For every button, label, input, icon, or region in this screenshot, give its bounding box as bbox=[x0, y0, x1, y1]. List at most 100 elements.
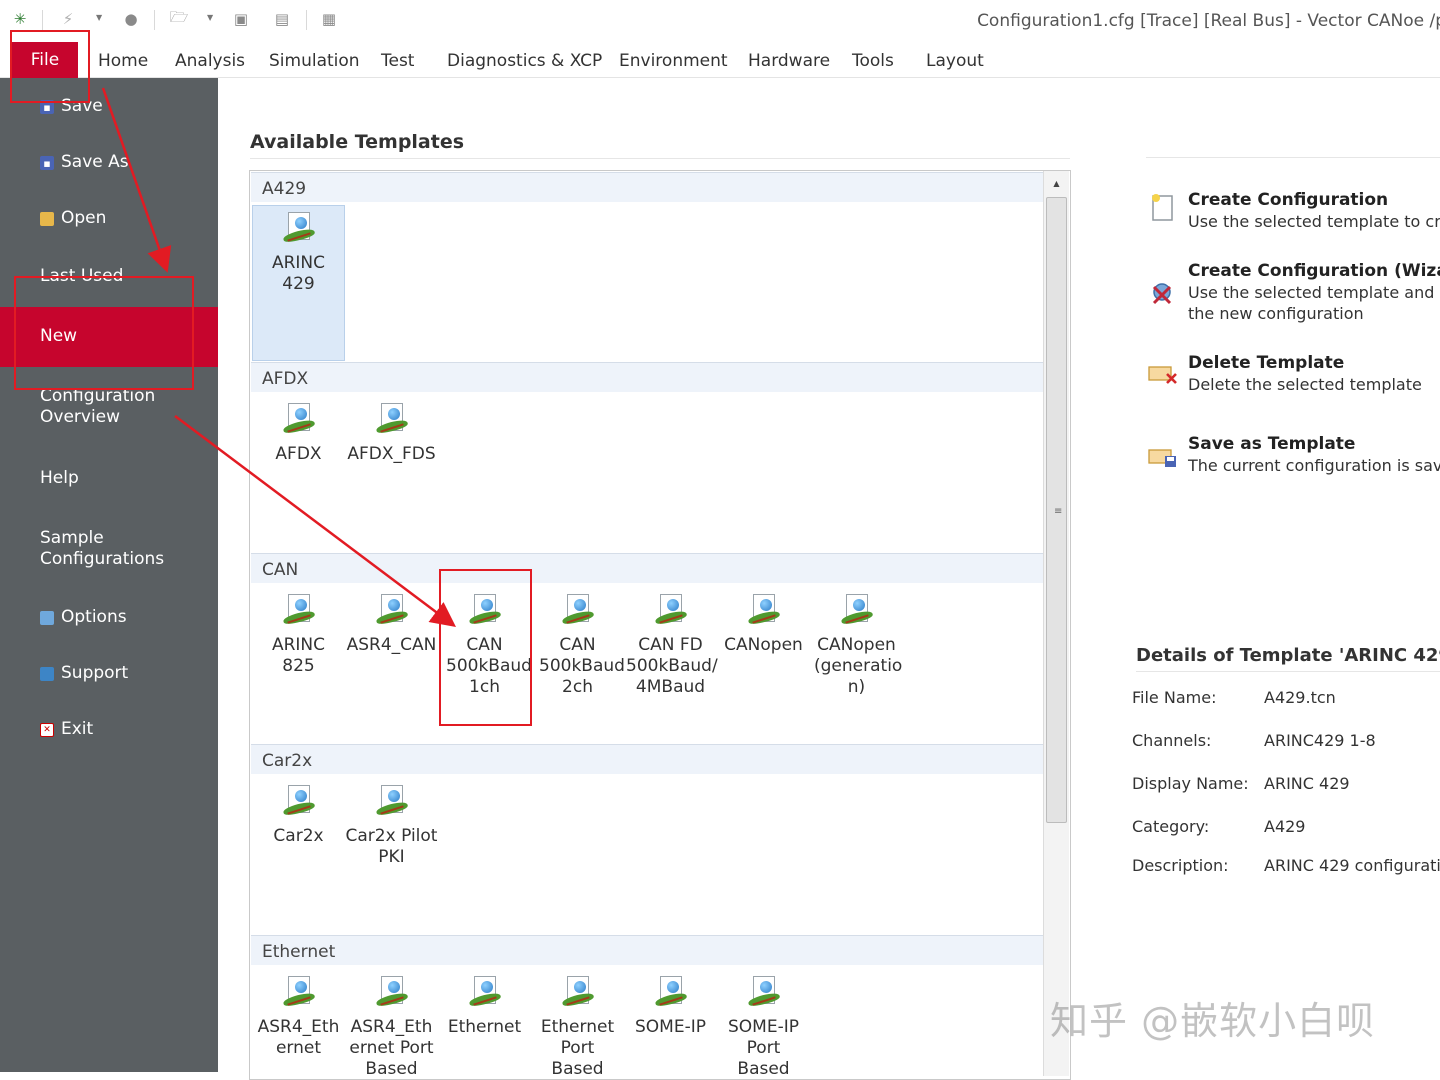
template-label: Car2x bbox=[273, 826, 324, 846]
sidebar-item-support[interactable]: Support bbox=[0, 663, 218, 687]
tab-layout[interactable]: Layout bbox=[926, 51, 984, 71]
template-icon bbox=[374, 784, 409, 818]
sidebar-item-save-as[interactable]: ▪ Save As bbox=[0, 152, 218, 176]
template-label: Ethernet bbox=[447, 1017, 522, 1037]
template-arinc-429[interactable]: ARINC 429 bbox=[252, 205, 345, 361]
support-icon bbox=[40, 667, 54, 681]
chevron-down-icon[interactable]: ▼ bbox=[96, 13, 102, 22]
template-car2x-pilot-pki[interactable]: Car2x Pilot PKI bbox=[345, 784, 438, 868]
template-icon bbox=[281, 975, 316, 1009]
action-description: Use the selected template and the new co… bbox=[1188, 283, 1435, 323]
action-description: Use the selected template to crea bbox=[1188, 212, 1440, 231]
template-asr4-can[interactable]: ASR4_CAN bbox=[345, 593, 438, 656]
template-icon bbox=[467, 975, 502, 1009]
template-asr4-ethernet[interactable]: ASR4_Eth ernet bbox=[252, 975, 345, 1059]
template-afdx-fds[interactable]: AFDX_FDS bbox=[345, 402, 438, 465]
template-label: ASR4_Eth ernet Port Based bbox=[349, 1017, 434, 1079]
tab-analysis[interactable]: Analysis bbox=[175, 51, 245, 71]
template-label: ASR4_Eth ernet bbox=[257, 1017, 340, 1058]
tab-simulation[interactable]: Simulation bbox=[269, 51, 360, 71]
toolbar-separator bbox=[42, 10, 43, 30]
template-arinc-825[interactable]: ARINC 825 bbox=[252, 593, 345, 677]
template-icon bbox=[374, 975, 409, 1009]
stop-icon[interactable]: ● bbox=[120, 8, 142, 30]
action-description: The current configuration is save bbox=[1188, 456, 1440, 475]
group-header-afdx: AFDX bbox=[251, 362, 1043, 392]
template-some-ip-port-based[interactable]: SOME-IP Port Based bbox=[717, 975, 810, 1079]
available-templates-title: Available Templates bbox=[250, 131, 465, 153]
template-icon bbox=[281, 593, 316, 627]
tab-environment[interactable]: Environment bbox=[619, 51, 728, 71]
template-list[interactable]: A429 ARINC 429 AFDX AFDX AFDX_FDS CAN AR… bbox=[249, 170, 1071, 1080]
options-icon bbox=[40, 611, 54, 625]
group-header-car2x: Car2x bbox=[251, 744, 1043, 774]
sidebar-item-help[interactable]: Help bbox=[0, 468, 218, 492]
tab-test[interactable]: Test bbox=[381, 51, 414, 71]
template-canopen-generation[interactable]: CANopen (generatio n) bbox=[810, 593, 903, 698]
template-label: Car2x Pilot PKI bbox=[345, 826, 438, 867]
quick-access-toolbar: ✳ ⚡ ▼ ● 🗁 ▼ ▣ ▤ ▦ Configuration1.cfg [Tr… bbox=[0, 0, 1440, 42]
delete-template-icon bbox=[1148, 366, 1177, 384]
canoe-logo-icon[interactable]: ✳ bbox=[9, 8, 31, 30]
open-folder-icon bbox=[40, 212, 54, 226]
save-template-icon bbox=[1148, 449, 1176, 467]
action-title: Create Configuration bbox=[1188, 190, 1389, 210]
save-all-icon[interactable]: ▤ bbox=[271, 8, 293, 30]
template-can-500kbaud-2ch[interactable]: CAN 500kBaud 2ch bbox=[531, 593, 625, 698]
template-details-title: Details of Template 'ARINC 429' bbox=[1136, 645, 1440, 666]
template-icon bbox=[281, 211, 316, 245]
template-icon bbox=[281, 784, 316, 818]
sidebar-item-options[interactable]: Options bbox=[0, 607, 218, 631]
template-icon bbox=[839, 593, 874, 627]
template-can-fd[interactable]: CAN FD 500kBaud/ 4MBaud bbox=[624, 593, 718, 698]
divider bbox=[1136, 671, 1440, 672]
tab-hardware[interactable]: Hardware bbox=[748, 51, 830, 71]
divider bbox=[250, 158, 1070, 159]
backstage-sidebar: ▪ Save ▪ Save As Open Last Used New Conf… bbox=[0, 78, 218, 1072]
template-icon bbox=[281, 402, 316, 436]
template-car2x[interactable]: Car2x bbox=[252, 784, 345, 847]
toolbar-separator bbox=[306, 10, 307, 30]
tab-home[interactable]: Home bbox=[98, 51, 148, 71]
template-afdx[interactable]: AFDX bbox=[252, 402, 345, 465]
action-title: Delete Template bbox=[1188, 353, 1345, 373]
template-icon bbox=[560, 975, 595, 1009]
template-icon bbox=[374, 402, 409, 436]
chevron-down-icon[interactable]: ▼ bbox=[207, 13, 213, 22]
group-header-a429: A429 bbox=[251, 172, 1043, 202]
template-icon bbox=[374, 593, 409, 627]
watermark: 知乎 @嵌软小白呗 bbox=[1050, 999, 1376, 1043]
action-description: Delete the selected template bbox=[1188, 375, 1422, 394]
sidebar-item-configuration-overview[interactable]: Configuration Overview bbox=[0, 386, 218, 430]
tab-tools[interactable]: Tools bbox=[852, 51, 894, 71]
template-label: CANopen (generatio n) bbox=[814, 635, 903, 697]
template-list-scrollbar[interactable]: ▲ ≡ bbox=[1043, 171, 1069, 1076]
scroll-up-icon[interactable]: ▲ bbox=[1044, 173, 1069, 193]
action-title: Save as Template bbox=[1188, 434, 1356, 454]
ribbon-tabs: File Home Analysis Simulation Test Diagn… bbox=[0, 42, 1440, 78]
save-icon[interactable]: ▣ bbox=[230, 8, 252, 30]
window-icon[interactable]: ▦ bbox=[318, 8, 340, 30]
lightning-icon[interactable]: ⚡ bbox=[57, 8, 79, 30]
sidebar-item-sample-configurations[interactable]: Sample Configurations bbox=[0, 528, 218, 572]
template-label: SOME-IP Port Based bbox=[728, 1017, 799, 1079]
template-ethernet[interactable]: Ethernet bbox=[438, 975, 531, 1038]
template-ethernet-port-based[interactable]: Ethernet Port Based bbox=[531, 975, 624, 1079]
template-canopen[interactable]: CANopen bbox=[717, 593, 810, 656]
sidebar-item-open[interactable]: Open bbox=[0, 208, 218, 232]
scroll-thumb[interactable]: ≡ bbox=[1046, 197, 1067, 823]
open-folder-icon[interactable]: 🗁 bbox=[168, 8, 190, 30]
tab-diagnostics-xcp[interactable]: Diagnostics & XCP bbox=[447, 51, 602, 71]
template-icon bbox=[653, 975, 688, 1009]
divider bbox=[1146, 157, 1440, 158]
sidebar-item-exit[interactable]: ✕ Exit bbox=[0, 719, 218, 743]
wizard-icon bbox=[1152, 283, 1172, 305]
template-label: CAN FD 500kBaud/ 4MBaud bbox=[626, 635, 718, 697]
template-some-ip[interactable]: SOME-IP bbox=[624, 975, 717, 1038]
template-asr4-ethernet-port-based[interactable]: ASR4_Eth ernet Port Based bbox=[345, 975, 438, 1079]
group-header-ethernet: Ethernet bbox=[251, 935, 1043, 965]
template-icon bbox=[746, 975, 781, 1009]
group-header-can: CAN bbox=[251, 553, 1043, 583]
template-label: AFDX_FDS bbox=[347, 444, 436, 464]
template-label: ASR4_CAN bbox=[346, 635, 437, 655]
